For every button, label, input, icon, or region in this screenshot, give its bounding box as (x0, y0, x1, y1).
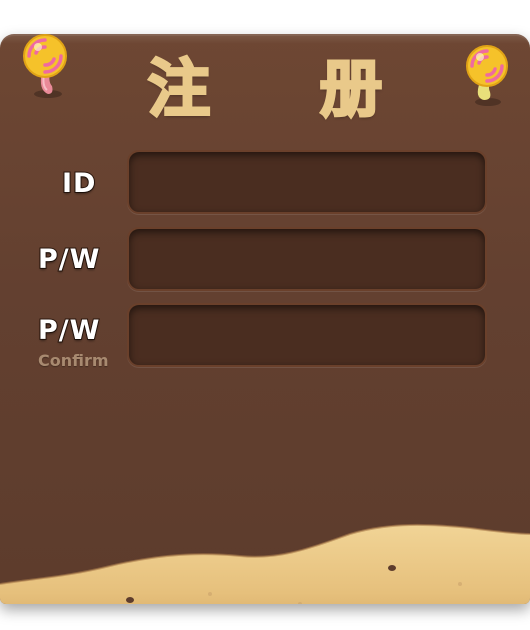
cookie-edge (0, 523, 530, 604)
confirm-password-input[interactable] (129, 305, 485, 365)
password-input[interactable] (129, 229, 485, 289)
lollipop-pink-icon (23, 34, 67, 98)
confirm-sublabel: Confirm (38, 351, 109, 370)
id-field[interactable] (127, 150, 487, 214)
password-label: P/W (37, 243, 101, 276)
register-panel: 注 册 ID P/W P/W Confirm (0, 0, 530, 630)
lollipop-yellow-icon (466, 45, 508, 106)
confirm-password-label: P/W (37, 314, 101, 347)
password-field[interactable] (127, 227, 487, 291)
confirm-password-field[interactable] (127, 303, 487, 367)
title-char-1: 注 (146, 52, 211, 125)
id-label: ID (61, 167, 97, 200)
title-char-2: 册 (318, 52, 383, 125)
id-input[interactable] (129, 152, 485, 212)
